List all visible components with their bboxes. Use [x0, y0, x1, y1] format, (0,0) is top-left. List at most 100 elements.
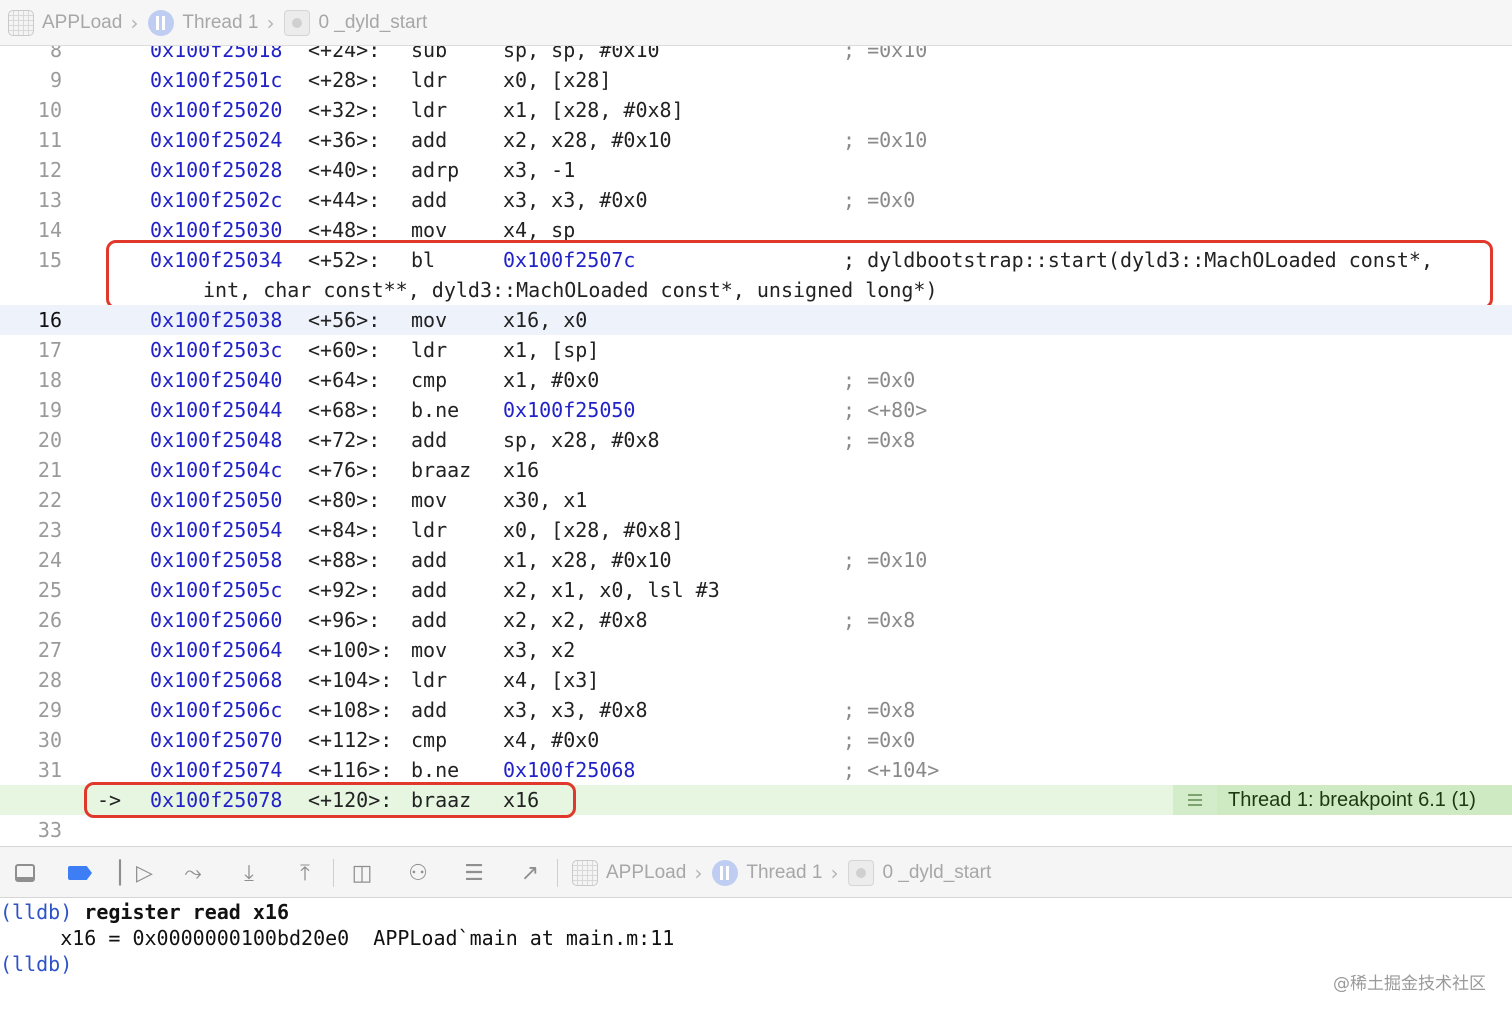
instruction-comment: ; =0x0: [843, 188, 916, 212]
instruction-mnemonic: mov: [411, 488, 448, 512]
disassembly-row[interactable]: 25 0x100f2505c <+92>: add x2, x1, x0, lsl #3: [0, 575, 1512, 605]
instruction-operands: x2, x28, #0x10: [503, 128, 672, 152]
instruction-offset: <+96>:: [308, 608, 381, 632]
instruction-address: 0x100f25040: [150, 368, 283, 392]
instruction-address: 0x100f25064: [150, 638, 283, 662]
debug-breadcrumb-app[interactable]: APPLoad: [572, 860, 686, 886]
instruction-mnemonic: cmp: [411, 728, 448, 752]
instruction-offset: <+76>:: [308, 458, 381, 482]
disassembly-row[interactable]: 24 0x100f25058 <+88>: add x1, x28, #0x10 ; =0…: [0, 545, 1512, 575]
disassembly-row[interactable]: 20 0x100f25048 <+72>: add sp, x28, #0x8 ; =0x…: [0, 425, 1512, 455]
line-number: 11: [37, 128, 62, 152]
disassembly-row[interactable]: 19 0x100f25044 <+68>: b.ne 0x100f25050 ; <+80…: [0, 395, 1512, 425]
breadcrumb-frame[interactable]: 0 _dyld_start: [284, 9, 428, 36]
instruction-address: 0x100f2501c: [150, 68, 283, 92]
chevron-right-icon: ›: [828, 861, 841, 885]
chevron-right-icon: ›: [264, 10, 277, 35]
instruction-address: 0x100f25044: [150, 398, 283, 422]
debug-breadcrumb-app-label: APPLoad: [606, 862, 687, 883]
instruction-comment: ; =0x8: [843, 428, 916, 452]
disassembly-row[interactable]: 11 0x100f25024 <+36>: add x2, x28, #0x10 ; =0…: [0, 125, 1512, 155]
disassembly-row[interactable]: 28 0x100f25068 <+104>: ldr x4, [x3]: [0, 665, 1512, 695]
instruction-address: 0x100f25054: [150, 518, 283, 542]
breadcrumb-thread-label: Thread 1: [182, 11, 259, 33]
debug-toolbar: ▏▷ ⤳ ⤓ ⤒ ◫ ⚇ ☰ ↗ APPLoad › Thread 1 › 0 …: [0, 846, 1512, 898]
debug-breadcrumb-thread[interactable]: Thread 1: [712, 860, 822, 886]
disassembly-row[interactable]: 31 0x100f25074 <+116>: b.ne 0x100f25068 ; <+1…: [0, 755, 1512, 785]
console-output: x16 = 0x0000000100bd20e0 APPLoad`main at…: [0, 926, 675, 950]
instruction-offset: <+112>:: [308, 728, 393, 752]
lldb-console[interactable]: (lldb) register read x16 x16 = 0x0000000…: [0, 898, 1512, 1018]
step-over-icon[interactable]: ⤳: [179, 859, 207, 887]
disassembly-row[interactable]: 17 0x100f2503c <+60>: ldr x1, [sp]: [0, 335, 1512, 365]
console-line[interactable]: (lldb): [0, 951, 72, 977]
disassembly-row[interactable]: 29 0x100f2506c <+108>: add x3, x3, #0x8 ; =0x…: [0, 695, 1512, 725]
line-number: 12: [37, 158, 62, 182]
instruction-operands: x30, x1: [503, 488, 588, 512]
memory-graph-icon[interactable]: ⚇: [404, 859, 432, 887]
instruction-offset: <+92>:: [308, 578, 381, 602]
instruction-offset: <+24>:: [308, 46, 381, 62]
breadcrumb-app[interactable]: APPLoad: [8, 9, 122, 36]
instruction-mnemonic: ldr: [411, 68, 448, 92]
disassembly-row[interactable]: 30 0x100f25070 <+112>: cmp x4, #0x0 ; =0x0: [0, 725, 1512, 755]
disassembly-view[interactable]: 8 0x100f25018 <+24>: sub sp, sp, #0x10 ; =0x1…: [0, 46, 1512, 846]
instruction-mnemonic: mov: [411, 638, 448, 662]
breakpoints-toggle-icon[interactable]: [66, 859, 94, 887]
breadcrumb-thread[interactable]: Thread 1: [148, 9, 259, 36]
breakpoint-menu-icon[interactable]: [1173, 785, 1217, 815]
instruction-mnemonic: add: [411, 128, 448, 152]
disassembly-row[interactable]: 10 0x100f25020 <+32>: ldr x1, [x28, #0x8]: [0, 95, 1512, 125]
instruction-address: 0x100f25074: [150, 758, 283, 782]
disassembly-row[interactable]: 12 0x100f25028 <+40>: adrp x3, -1: [0, 155, 1512, 185]
breakpoint-badge[interactable]: Thread 1: breakpoint 6.1 (1): [1173, 785, 1512, 815]
line-number: 28: [37, 668, 62, 692]
step-out-icon[interactable]: ⤒: [291, 859, 319, 887]
disassembly-row[interactable]: 9 0x100f2501c <+28>: ldr x0, [x28]: [0, 65, 1512, 95]
toolbar-divider: [333, 859, 334, 887]
lldb-prompt: (lldb): [0, 952, 73, 976]
debug-breadcrumb: APPLoad › Thread 1 › 0 _dyld_start: [572, 847, 991, 899]
instruction-address: 0x100f2505c: [150, 578, 283, 602]
disassembly-row[interactable]: 23 0x100f25054 <+84>: ldr x0, [x28, #0x8]: [0, 515, 1512, 545]
instruction-address: 0x100f25070: [150, 728, 283, 752]
instruction-operands: x1, x28, #0x10: [503, 548, 672, 572]
view-hierarchy-icon[interactable]: ◫: [348, 859, 376, 887]
disassembly-row[interactable]: 33: [0, 815, 1512, 845]
hide-console-icon[interactable]: [11, 859, 39, 887]
instruction-mnemonic: ldr: [411, 98, 448, 122]
instruction-operands: x3, x3, #0x0: [503, 188, 648, 212]
disassembly-row[interactable]: 16 0x100f25038 <+56>: mov x16, x0: [0, 305, 1512, 335]
instruction-operands: x2, x2, #0x8: [503, 608, 648, 632]
instruction-operands: x16, x0: [503, 308, 588, 332]
disassembly-row[interactable]: 22 0x100f25050 <+80>: mov x30, x1: [0, 485, 1512, 515]
disassembly-row[interactable]: 13 0x100f2502c <+44>: add x3, x3, #0x0 ; =0x0: [0, 185, 1512, 215]
instruction-operands: sp, x28, #0x8: [503, 428, 660, 452]
disassembly-row[interactable]: 21 0x100f2504c <+76>: braaz x16: [0, 455, 1512, 485]
line-number: 33: [37, 818, 62, 842]
step-into-icon[interactable]: ⤓: [235, 859, 263, 887]
instruction-operands: x3, x2: [503, 638, 576, 662]
thread-icon: [712, 860, 739, 886]
instruction-comment: ; =0x0: [843, 368, 916, 392]
disassembly-row[interactable]: 27 0x100f25064 <+100>: mov x3, x2: [0, 635, 1512, 665]
watermark: @稀土掘金技术社区: [1333, 974, 1486, 994]
instruction-offset: <+104>:: [308, 668, 393, 692]
instruction-mnemonic: add: [411, 608, 448, 632]
breakpoint-label: Thread 1: breakpoint 6.1 (1): [1217, 785, 1512, 815]
disassembly-row[interactable]: 26 0x100f25060 <+96>: add x2, x2, #0x8 ; =0x8: [0, 605, 1512, 635]
environment-overrides-icon[interactable]: ☰: [460, 859, 488, 887]
disassembly-row[interactable]: 18 0x100f25040 <+64>: cmp x1, #0x0 ; =0x0: [0, 365, 1512, 395]
instruction-offset: <+80>:: [308, 488, 381, 512]
debug-breadcrumb-frame[interactable]: 0 _dyld_start: [848, 860, 991, 886]
instruction-operands: 0x100f25050: [503, 398, 636, 422]
disassembly-row[interactable]: 8 0x100f25018 <+24>: sub sp, sp, #0x10 ; =0x1…: [0, 46, 1512, 65]
line-number: 22: [37, 488, 62, 512]
line-number: 8: [49, 46, 62, 62]
instruction-operands: x16: [503, 458, 540, 482]
continue-icon[interactable]: ▏▷: [119, 859, 153, 887]
instruction-comment: ; =0x0: [843, 728, 916, 752]
simulate-location-icon[interactable]: ↗: [516, 859, 544, 887]
breadcrumb-frame-label: 0 _dyld_start: [318, 11, 428, 33]
instruction-mnemonic: add: [411, 548, 448, 572]
